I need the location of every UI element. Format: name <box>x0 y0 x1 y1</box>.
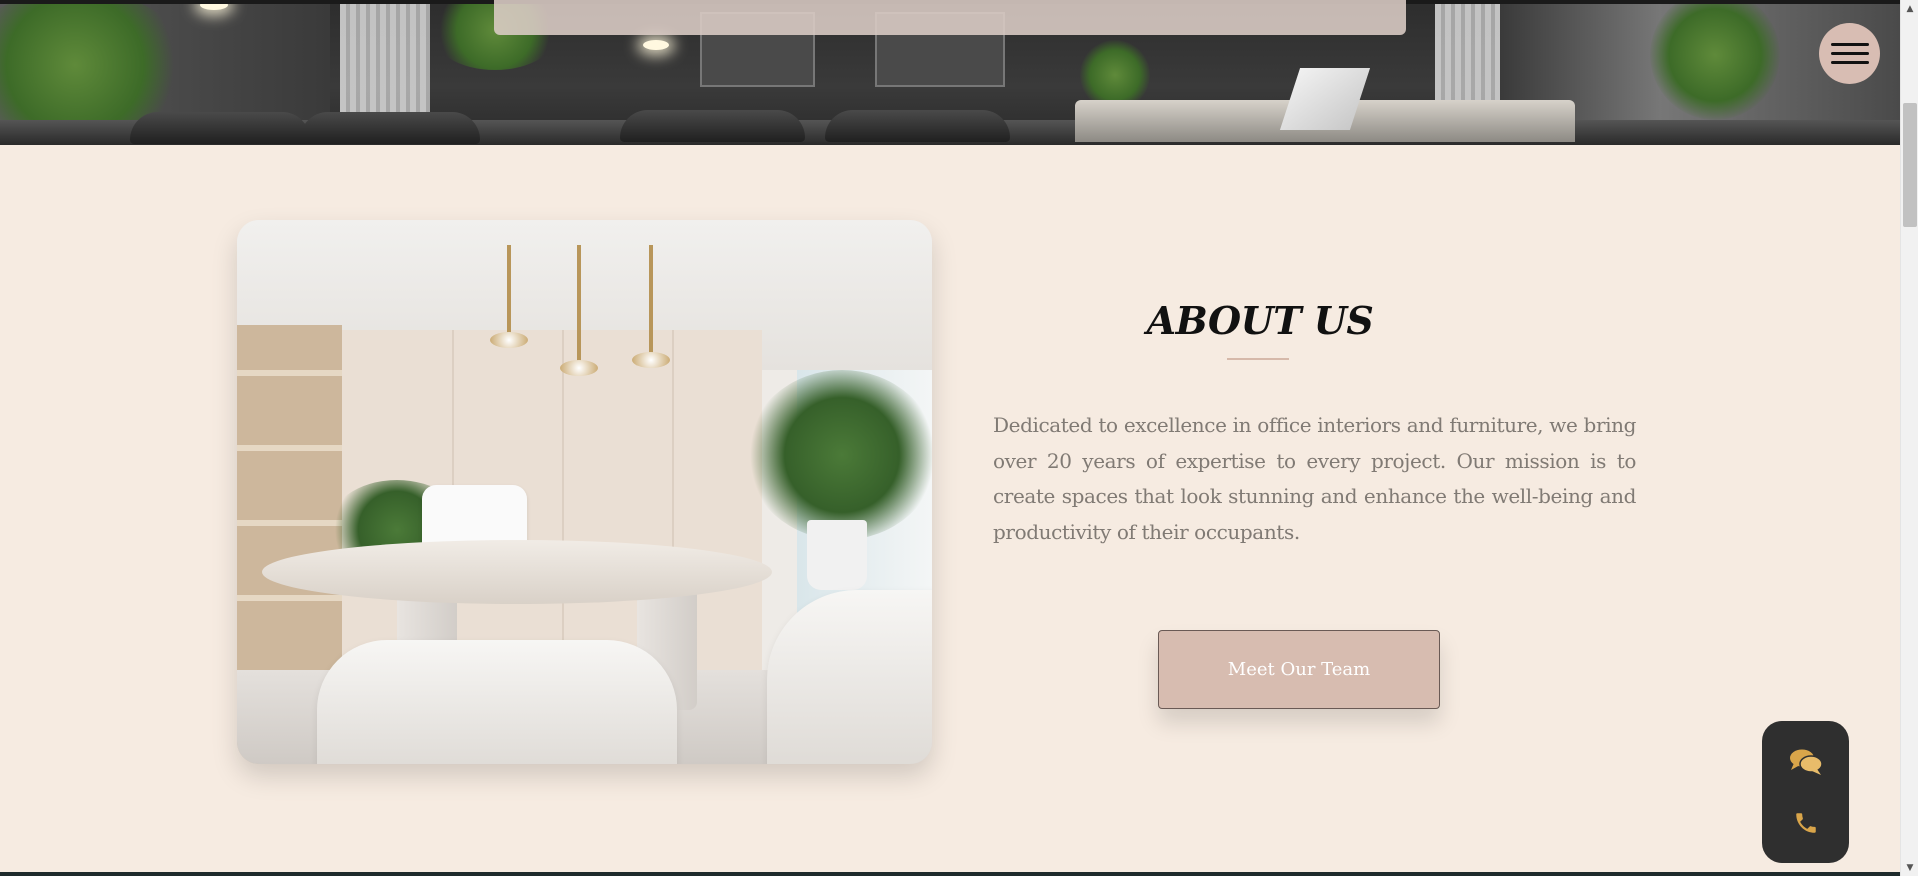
scrollbar-thumb[interactable] <box>1903 103 1917 227</box>
contact-widget <box>1762 721 1849 863</box>
hamburger-icon <box>1830 43 1869 46</box>
menu-button[interactable] <box>1819 23 1880 84</box>
chat-icon[interactable] <box>1786 742 1826 782</box>
about-title: ABOUT US <box>1146 298 1374 343</box>
about-description: Dedicated to excellence in office interi… <box>993 413 1636 544</box>
meet-our-team-button[interactable]: Meet Our Team <box>1158 630 1440 709</box>
header-overlay-panel <box>494 0 1406 35</box>
scrollbar[interactable]: ▲ ▼ <box>1900 0 1918 876</box>
office-photo <box>237 220 932 764</box>
title-divider <box>1227 358 1289 360</box>
scroll-up-arrow-icon[interactable]: ▲ <box>1901 0 1918 17</box>
scroll-down-arrow-icon[interactable]: ▼ <box>1901 859 1918 876</box>
phone-icon[interactable] <box>1786 803 1826 843</box>
